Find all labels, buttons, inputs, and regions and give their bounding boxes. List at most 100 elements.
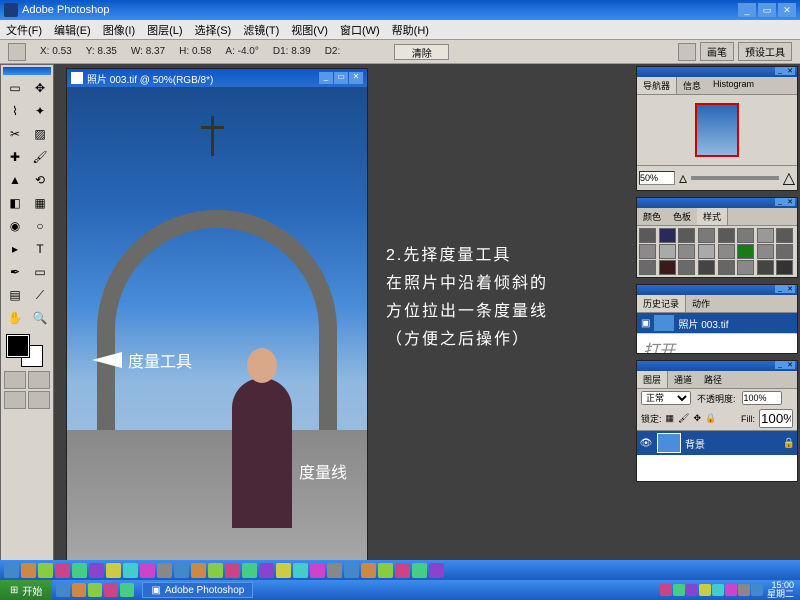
panel-min-icon[interactable]: _ bbox=[775, 198, 785, 206]
ql-icon[interactable] bbox=[395, 563, 410, 578]
swatch[interactable] bbox=[718, 244, 735, 259]
lasso-tool[interactable]: ⌇ bbox=[3, 100, 27, 122]
ql-icon[interactable] bbox=[120, 583, 134, 597]
tab-navigator[interactable]: 导航器 bbox=[637, 77, 677, 94]
ql-icon[interactable] bbox=[208, 563, 223, 578]
ql-icon[interactable] bbox=[140, 563, 155, 578]
eyedropper-tool[interactable]: ⟋ bbox=[28, 284, 52, 306]
path-tool[interactable]: ▸ bbox=[3, 238, 27, 260]
swatch[interactable] bbox=[776, 260, 793, 275]
swatch[interactable] bbox=[698, 228, 715, 243]
tab-color[interactable]: 颜色 bbox=[637, 208, 667, 225]
zoom-slider[interactable] bbox=[691, 176, 779, 180]
ql-icon[interactable] bbox=[21, 563, 36, 578]
slice-tool[interactable]: ▨ bbox=[28, 123, 52, 145]
minimize-button[interactable]: _ bbox=[738, 3, 756, 17]
ql-icon[interactable] bbox=[89, 563, 104, 578]
tab-actions[interactable]: 动作 bbox=[686, 295, 716, 312]
panel-min-icon[interactable]: _ bbox=[775, 361, 785, 369]
tray-icon[interactable] bbox=[738, 584, 750, 596]
panel-close-icon[interactable]: ✕ bbox=[785, 285, 795, 293]
document-canvas[interactable] bbox=[67, 87, 367, 577]
tab-histogram[interactable]: Histogram bbox=[707, 77, 760, 94]
pen-tool[interactable]: ✒ bbox=[3, 261, 27, 283]
move-tool[interactable]: ✥ bbox=[28, 77, 52, 99]
layer-background[interactable]: 👁 背景 🔒 bbox=[637, 431, 797, 455]
swatch[interactable] bbox=[737, 260, 754, 275]
ql-icon[interactable] bbox=[104, 583, 118, 597]
tab-info[interactable]: 信息 bbox=[677, 77, 707, 94]
quickmask-on[interactable] bbox=[28, 371, 50, 389]
foreground-color[interactable] bbox=[7, 335, 29, 357]
tray-icon[interactable] bbox=[725, 584, 737, 596]
screenmode-1[interactable] bbox=[4, 391, 26, 409]
swatch[interactable] bbox=[678, 228, 695, 243]
marquee-tool[interactable]: ▭ bbox=[3, 77, 27, 99]
swatch[interactable] bbox=[639, 260, 656, 275]
screenmode-2[interactable] bbox=[28, 391, 50, 409]
swatch[interactable] bbox=[757, 244, 774, 259]
ql-icon[interactable] bbox=[327, 563, 342, 578]
blur-tool[interactable]: ◉ bbox=[3, 215, 27, 237]
history-step-open[interactable]: 打开 bbox=[637, 333, 797, 353]
doc-minimize[interactable]: _ bbox=[319, 72, 333, 84]
eraser-tool[interactable]: ◧ bbox=[3, 192, 27, 214]
ql-icon[interactable] bbox=[225, 563, 240, 578]
toolbox-handle[interactable] bbox=[3, 67, 51, 75]
ql-icon[interactable] bbox=[106, 563, 121, 578]
document-titlebar[interactable]: 照片 003.tif @ 50%(RGB/8*) _ ▭ ✕ bbox=[67, 69, 367, 87]
panel-close-icon[interactable]: ✕ bbox=[785, 361, 795, 369]
ql-icon[interactable] bbox=[361, 563, 376, 578]
swatch[interactable] bbox=[659, 260, 676, 275]
blend-mode-select[interactable]: 正常 bbox=[641, 391, 691, 405]
menu-window[interactable]: 窗口(W) bbox=[340, 22, 380, 38]
task-photoshop[interactable]: ▣ Adobe Photoshop bbox=[142, 582, 253, 598]
crop-tool[interactable]: ✂ bbox=[3, 123, 27, 145]
document-window[interactable]: 照片 003.tif @ 50%(RGB/8*) _ ▭ ✕ bbox=[66, 68, 368, 578]
menu-edit[interactable]: 编辑(E) bbox=[54, 22, 91, 38]
tab-channels[interactable]: 通道 bbox=[668, 371, 698, 388]
panel-min-icon[interactable]: _ bbox=[775, 285, 785, 293]
doc-maximize[interactable]: ▭ bbox=[334, 72, 348, 84]
ql-icon[interactable] bbox=[72, 563, 87, 578]
tab-tool-presets[interactable]: 预设工具 bbox=[738, 42, 792, 61]
menu-select[interactable]: 选择(S) bbox=[195, 22, 232, 38]
tab-paths[interactable]: 路径 bbox=[698, 371, 728, 388]
ql-icon[interactable] bbox=[242, 563, 257, 578]
ql-icon[interactable] bbox=[56, 583, 70, 597]
lock-transparent-icon[interactable]: ▦ bbox=[666, 413, 675, 424]
ql-icon[interactable] bbox=[4, 563, 19, 578]
maximize-button[interactable]: ▭ bbox=[758, 3, 776, 17]
lock-pixels-icon[interactable]: 🖌 bbox=[678, 413, 689, 424]
menu-image[interactable]: 图像(I) bbox=[103, 22, 135, 38]
ql-icon[interactable] bbox=[123, 563, 138, 578]
visibility-icon[interactable]: 👁 bbox=[639, 438, 653, 449]
opacity-input[interactable] bbox=[742, 391, 782, 405]
zoom-in-icon[interactable]: △ bbox=[783, 168, 795, 188]
ql-icon[interactable] bbox=[276, 563, 291, 578]
quickmask-off[interactable] bbox=[4, 371, 26, 389]
ql-icon[interactable] bbox=[174, 563, 189, 578]
panel-close-icon[interactable]: ✕ bbox=[785, 198, 795, 206]
ql-icon[interactable] bbox=[344, 563, 359, 578]
menu-filter[interactable]: 滤镜(T) bbox=[243, 22, 279, 38]
ql-icon[interactable] bbox=[55, 563, 70, 578]
tab-brushes[interactable]: 画笔 bbox=[700, 42, 734, 61]
ql-icon[interactable] bbox=[310, 563, 325, 578]
history-brush-tool[interactable]: ⟲ bbox=[28, 169, 52, 191]
tab-layers[interactable]: 图层 bbox=[637, 371, 668, 388]
swatch[interactable] bbox=[698, 260, 715, 275]
dodge-tool[interactable]: ○ bbox=[28, 215, 52, 237]
tray-icon[interactable] bbox=[712, 584, 724, 596]
history-snapshot[interactable]: ▣ 照片 003.tif bbox=[637, 313, 797, 333]
ql-icon[interactable] bbox=[38, 563, 53, 578]
tray-icon[interactable] bbox=[686, 584, 698, 596]
lock-position-icon[interactable]: ✥ bbox=[693, 413, 701, 424]
tray-icon[interactable] bbox=[673, 584, 685, 596]
ql-icon[interactable] bbox=[412, 563, 427, 578]
tab-styles[interactable]: 样式 bbox=[697, 208, 728, 225]
menu-file[interactable]: 文件(F) bbox=[6, 22, 42, 38]
tray-icon[interactable] bbox=[660, 584, 672, 596]
panel-close-icon[interactable]: ✕ bbox=[785, 67, 795, 75]
tab-history[interactable]: 历史记录 bbox=[637, 295, 686, 312]
